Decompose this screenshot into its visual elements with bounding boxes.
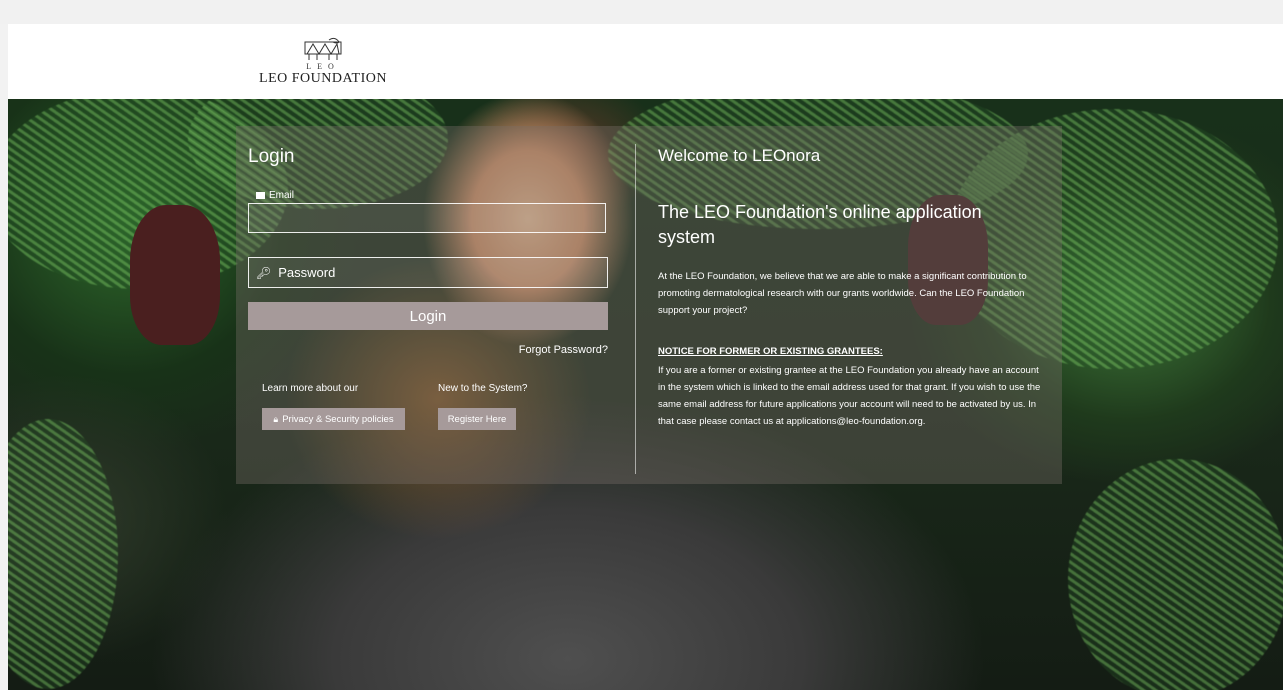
- leo-foundation-logo[interactable]: LEO LEO FOUNDATION: [248, 36, 398, 96]
- new-to-system-label: New to the System?: [438, 383, 528, 394]
- email-label: Email: [256, 190, 294, 201]
- site-header: LEO LEO FOUNDATION: [8, 24, 1283, 99]
- envelope-icon: [256, 192, 265, 199]
- logo-name: LEO FOUNDATION: [259, 71, 387, 86]
- login-button[interactable]: Login: [248, 302, 608, 330]
- register-button-label: Register Here: [447, 413, 507, 425]
- email-label-text: Email: [269, 190, 295, 201]
- panel-divider: [635, 144, 636, 474]
- welcome-title: Welcome to LEOnora: [658, 146, 821, 165]
- login-title: Login: [248, 146, 295, 167]
- logo-sub-text: LEO: [306, 62, 340, 71]
- key-icon: 🔑︎: [256, 265, 272, 280]
- lock-icon: 🔒︎: [273, 413, 279, 424]
- page: LEO LEO FOUNDATION Login Email 🔑︎ Login …: [0, 0, 1283, 690]
- password-field[interactable]: 🔑︎: [248, 257, 608, 288]
- email-field[interactable]: [248, 203, 606, 233]
- register-button[interactable]: Register Here: [438, 408, 516, 430]
- learn-more-label: Learn more about our: [262, 383, 359, 394]
- password-input[interactable]: [276, 264, 581, 281]
- notice-body: If you are a former or existing grantee …: [658, 365, 1041, 427]
- welcome-subtitle: The LEO Foundation's online application …: [658, 202, 982, 247]
- lion-logo-icon: [304, 37, 342, 60]
- glove-left: [130, 205, 220, 345]
- top-strip: [0, 0, 1283, 24]
- welcome-intro: At the LEO Foundation, we believe that w…: [658, 271, 1027, 316]
- notice-title: NOTICE FOR FORMER OR EXISTING GRANTEES:: [658, 346, 883, 357]
- privacy-button-label: Privacy & Security policies: [282, 413, 394, 425]
- fern-foliage: [8, 419, 118, 689]
- privacy-policies-button[interactable]: 🔒︎ Privacy & Security policies: [262, 408, 405, 430]
- forgot-password-link[interactable]: Forgot Password?: [500, 344, 608, 356]
- fern-foliage: [1068, 459, 1283, 690]
